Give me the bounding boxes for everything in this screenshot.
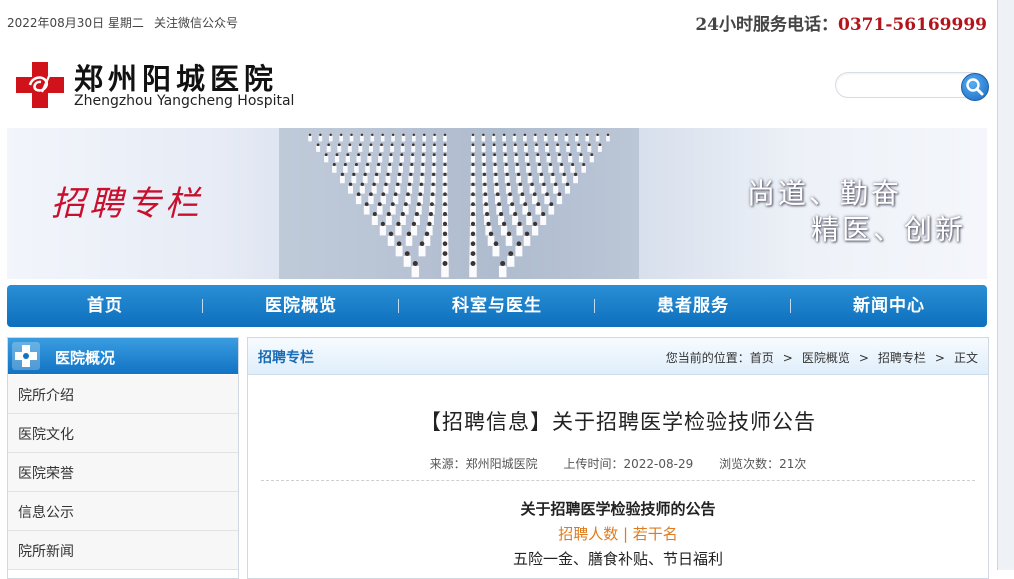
nav-home[interactable]: 首页	[7, 285, 203, 327]
article-body-heading: 关于招聘医学检验技师的公告	[520, 500, 716, 518]
banner-slogan-line1: 尚道、勤奋	[747, 177, 903, 210]
breadcrumb-separator: >	[782, 351, 793, 365]
breadcrumb: 您当前的位置：首页 > 医院概览 > 招聘专栏 > 正文	[666, 349, 978, 366]
article-panel: 招聘专栏 您当前的位置：首页 > 医院概览 > 招聘专栏 > 正文 【招聘信息】关于招聘医学…	[247, 337, 989, 579]
breadcrumb-separator: >	[934, 351, 945, 365]
nav-hospital-overview[interactable]: 医院概览	[203, 285, 399, 327]
nav-departments-doctors[interactable]: 科室与医生	[399, 285, 595, 327]
banner-slogan-line2: 精医、创新	[811, 213, 967, 246]
nav-news-center[interactable]: 新闻中心	[791, 285, 987, 327]
article-source: 来源：郑州阳城医院	[429, 457, 538, 471]
staff-group-photo	[279, 128, 639, 279]
recruitment-banner: 招聘专栏 尚道、勤奋 精医、创新	[7, 128, 987, 279]
current-date: 2022年08月30日 星期二	[7, 16, 144, 30]
top-bar: 2022年08月30日 星期二 关注微信公众号 24小时服务电话：0371-56…	[7, 8, 987, 35]
service-hotline: 24小时服务电话：0371-56169999	[695, 10, 987, 35]
sidebar-item-label: 医院荣誉	[18, 466, 74, 482]
medical-cross-icon	[12, 342, 40, 370]
article-panel-header: 招聘专栏 您当前的位置：首页 > 医院概览 > 招聘专栏 > 正文	[248, 338, 988, 375]
nav-patient-services[interactable]: 患者服务	[595, 285, 791, 327]
page: 2022年08月30日 星期二 关注微信公众号 24小时服务电话：0371-56…	[0, 0, 1014, 579]
hospital-name-cn: 郑州阳城医院	[74, 62, 279, 96]
sidebar-item-label: 信息公示	[18, 505, 74, 521]
sidebar-item-culture[interactable]: 医院文化	[8, 414, 238, 453]
nav-news-center-label: 新闻中心	[853, 296, 925, 316]
window-scroll-edge	[997, 0, 1014, 570]
nav-patient-services-label: 患者服务	[657, 296, 729, 316]
banner-title: 招聘专栏	[51, 184, 203, 224]
search-box	[835, 72, 989, 101]
main-nav: 首页 医院概览 科室与医生 患者服务 新闻中心	[7, 285, 987, 327]
sidebar-item-label: 院所新闻	[18, 544, 74, 560]
search-icon	[966, 78, 984, 96]
breadcrumb-prefix: 您当前的位置：	[665, 351, 750, 365]
breadcrumb-home[interactable]: 首页	[750, 351, 774, 365]
breadcrumb-separator: >	[858, 351, 869, 365]
sidebar-item-introduction[interactable]: 院所介绍	[8, 375, 238, 414]
sidebar-item-label: 医院文化	[18, 427, 74, 443]
breadcrumb-current: 正文	[953, 351, 978, 365]
sidebar-header: 医院概况	[8, 338, 238, 374]
article-view-count: 浏览次数：21次	[719, 457, 807, 471]
section-title: 招聘专栏	[258, 350, 314, 366]
red-cross-logo-icon	[16, 62, 64, 108]
breadcrumb-hospital-overview[interactable]: 医院概览	[802, 351, 850, 365]
article-meta: 来源：郑州阳城医院 上传时间：2022-08-29 浏览次数：21次	[248, 455, 988, 472]
sidebar-item-news[interactable]: 院所新闻	[8, 531, 238, 570]
breadcrumb-recruitment[interactable]: 招聘专栏	[878, 351, 926, 365]
nav-home-label: 首页	[87, 296, 123, 316]
article-body-benefits: 五险一金、膳食补贴、节日福利	[512, 550, 723, 568]
article-upload-time: 上传时间：2022-08-29	[563, 457, 694, 471]
hotline-number: 0371-56169999	[838, 15, 987, 35]
article-body-highlight: 招聘人数 | 若干名	[558, 525, 678, 543]
wechat-follow-link[interactable]: 关注微信公众号	[154, 14, 238, 31]
sidebar-item-public-info[interactable]: 信息公示	[8, 492, 238, 531]
search-button[interactable]	[961, 73, 989, 101]
nav-hospital-overview-label: 医院概览	[265, 296, 337, 316]
article-title: 【招聘信息】关于招聘医学检验技师公告	[420, 410, 816, 434]
sidebar-item-honors[interactable]: 医院荣誉	[8, 453, 238, 492]
sidebar-item-label: 院所介绍	[18, 388, 74, 404]
sidebar: 医院概况 院所介绍 医院文化 医院荣誉 信息公示 院所新闻	[7, 337, 239, 579]
nav-departments-doctors-label: 科室与医生	[452, 296, 542, 316]
hotline-label: 24小时服务电话：	[695, 15, 838, 35]
sidebar-title: 医院概况	[55, 349, 116, 367]
article-divider	[261, 480, 975, 481]
hospital-name-en: Zhengzhou Yangcheng Hospital	[74, 93, 295, 109]
hospital-logo[interactable]: 郑州阳城医院 Zhengzhou Yangcheng Hospital	[16, 58, 316, 114]
